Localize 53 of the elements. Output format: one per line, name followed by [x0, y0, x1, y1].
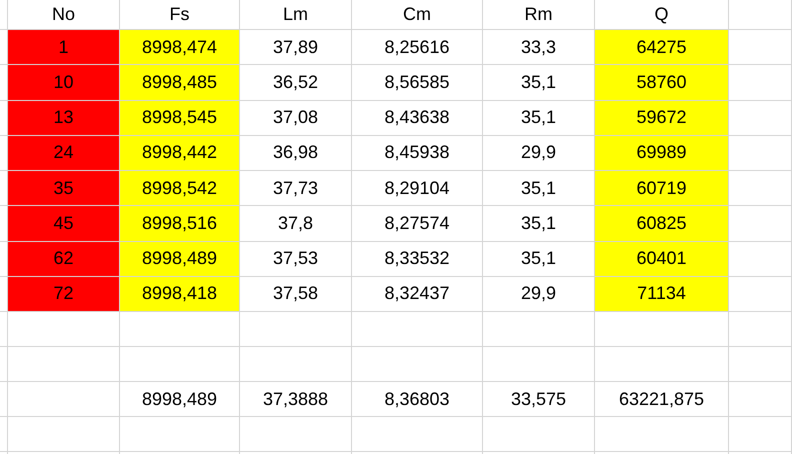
table-cell: 45: [8, 206, 120, 242]
column-header: Cm: [352, 0, 483, 30]
table-cell: 8,25616: [352, 30, 483, 66]
table-cell: 36,52: [240, 65, 352, 100]
table-cell: 8,33532: [352, 242, 483, 277]
empty-cell: [729, 347, 792, 382]
table-cell: 13: [8, 100, 120, 136]
average-cell: 8,36803: [352, 382, 483, 417]
table-cell: 36,98: [240, 136, 352, 171]
table-cell: 8998,545: [120, 100, 240, 136]
table-cell: 8,43638: [352, 100, 483, 136]
table-cell: 62: [8, 242, 120, 277]
table-cell: 37,58: [240, 276, 352, 312]
table-cell: 72: [8, 276, 120, 312]
table-cell: 8998,485: [120, 65, 240, 100]
table-cell: 69989: [595, 136, 729, 171]
table-cell: 8998,418: [120, 276, 240, 312]
table-cell: 58760: [595, 65, 729, 100]
table-cell: 1: [8, 30, 120, 66]
table-cell: 37,53: [240, 242, 352, 277]
average-cell: 63221,875: [595, 382, 729, 417]
table-cell: 8,29104: [352, 171, 483, 206]
table-cell: 60401: [595, 242, 729, 277]
table-cell: 37,8: [240, 206, 352, 242]
table-cell: 8998,542: [120, 171, 240, 206]
table-cell: 8998,489: [120, 242, 240, 277]
table-cell: 8,56585: [352, 65, 483, 100]
empty-cell: [729, 382, 792, 417]
table-cell: 10: [8, 65, 120, 100]
table-cell: 8,45938: [352, 136, 483, 171]
table-cell: 37,73: [240, 171, 352, 206]
empty-cell: [729, 417, 792, 452]
table-cell: 60825: [595, 206, 729, 242]
table-cell: 35: [8, 171, 120, 206]
empty-cell: [729, 312, 792, 347]
table-cell: 37,08: [240, 100, 352, 136]
column-header: Rm: [483, 0, 595, 30]
table-cell: 8998,474: [120, 30, 240, 66]
table-cell: 8,27574: [352, 206, 483, 242]
table-cell: 24: [8, 136, 120, 171]
table-cell: 60719: [595, 171, 729, 206]
table-cell: 8998,516: [120, 206, 240, 242]
average-cell: 8998,489: [120, 382, 240, 417]
table-cell: 71134: [595, 276, 729, 312]
table-cell: 59672: [595, 100, 729, 136]
column-header: Lm: [240, 0, 352, 30]
table-cell: 8,32437: [352, 276, 483, 312]
empty-cell: [729, 0, 792, 30]
average-cell: 37,3888: [240, 382, 352, 417]
table-cell: 37,89: [240, 30, 352, 66]
table-cell: 8998,442: [120, 136, 240, 171]
table-cell: 64275: [595, 30, 729, 66]
average-cell: 33,575: [483, 382, 595, 417]
